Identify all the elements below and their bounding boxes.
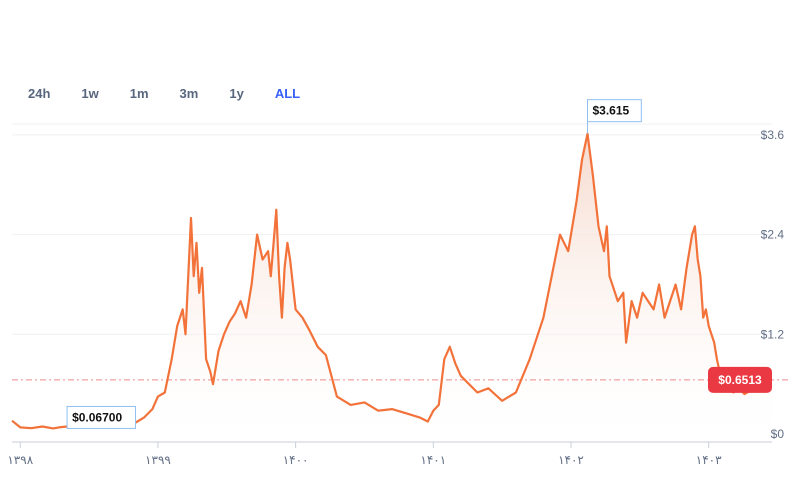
y-tick-label: $1.2 bbox=[761, 327, 785, 341]
x-tick-label: ۱۴۰۳ bbox=[696, 453, 722, 467]
price-area bbox=[12, 133, 772, 434]
x-tick-label: ۱۳۹۸ bbox=[7, 453, 33, 467]
x-axis-labels: ۱۳۹۸ ۱۳۹۹ ۱۴۰۰ ۱۴۰۱ ۱۴۰۲ ۱۴۰۳ bbox=[7, 453, 722, 467]
annotation-label: $3.615 bbox=[593, 104, 630, 118]
annotation-low: $0.06700 bbox=[66, 405, 136, 429]
x-axis bbox=[12, 441, 772, 448]
x-tick-label: ۱۴۰۱ bbox=[420, 453, 446, 467]
x-tick-label: ۱۴۰۰ bbox=[283, 453, 309, 467]
price-chart: $0$1.2$2.4$3.6 ۱۳۹۸ ۱۳۹۹ ۱۴۰۰ ۱۴۰۱ ۱۴۰۲ ۱۴۰۳ … bbox=[7, 99, 790, 467]
annotation-high: $3.615 bbox=[587, 99, 642, 134]
x-tick-label: ۱۳۹۹ bbox=[145, 453, 171, 467]
y-tick-label: $3.6 bbox=[761, 128, 785, 142]
current-price: $0.6513 bbox=[708, 366, 772, 393]
y-tick-label: $2.4 bbox=[761, 228, 785, 242]
current-price-label: $0.6513 bbox=[718, 373, 762, 387]
y-tick-label: $0 bbox=[771, 427, 785, 441]
x-tick-label: ۱۴۰۲ bbox=[558, 453, 584, 467]
annotation-label: $0.06700 bbox=[72, 410, 122, 424]
